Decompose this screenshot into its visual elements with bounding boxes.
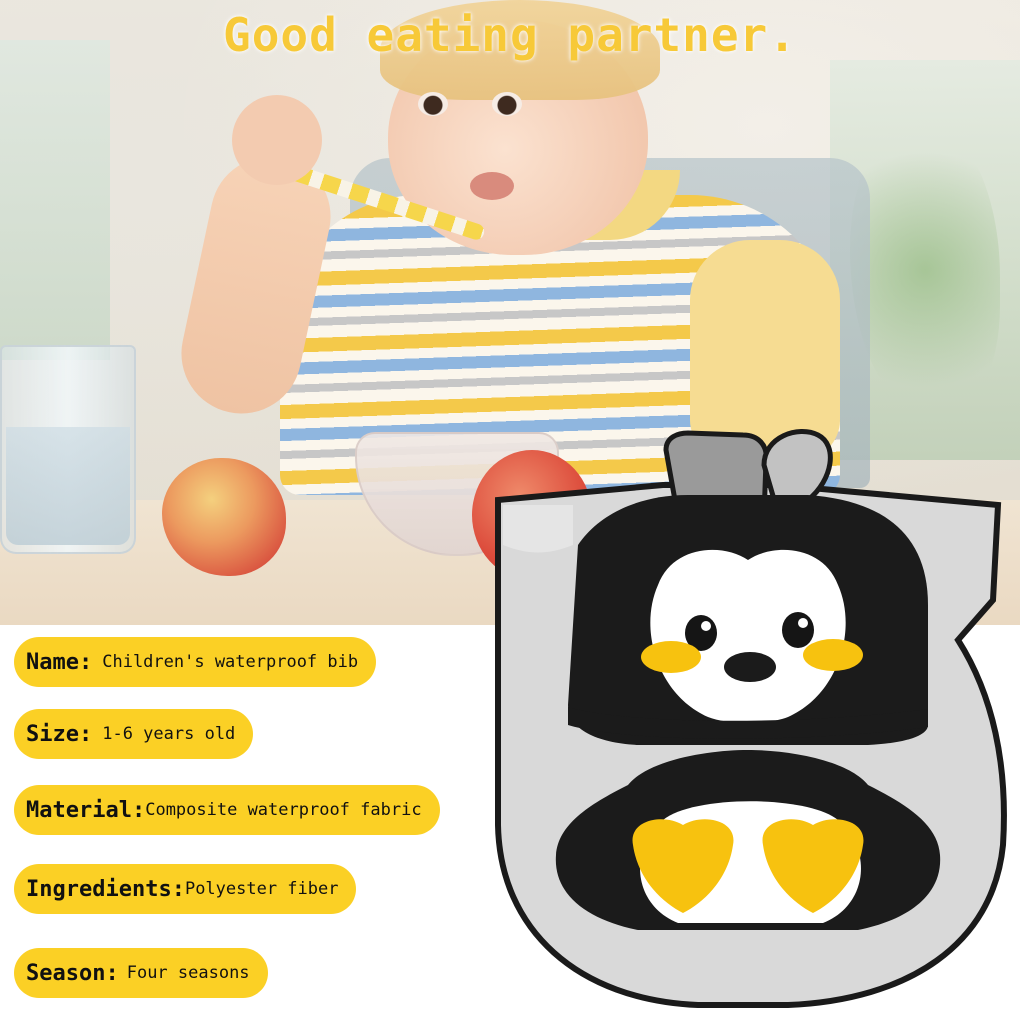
glass-water xyxy=(6,427,130,545)
penguin-cheek xyxy=(803,639,863,671)
spec-value: Composite waterproof fabric xyxy=(145,800,422,820)
penguin-bib xyxy=(495,429,1007,1008)
child-hand xyxy=(232,95,322,185)
child-eye xyxy=(492,92,522,116)
spec-value: Polyester fiber xyxy=(184,879,339,899)
spec-key: Material: xyxy=(26,797,146,823)
penguin-beak xyxy=(724,652,776,682)
spec-value: Four seasons xyxy=(126,963,250,983)
water-glass xyxy=(0,345,136,554)
spec-value: Children's waterproof bib xyxy=(102,652,359,672)
child-mouth xyxy=(470,172,514,200)
spec-key: Size: xyxy=(26,721,93,747)
spec-name: Name: Children's waterproof bib xyxy=(14,637,377,687)
child-eye xyxy=(418,92,448,116)
spec-size: Size: 1-6 years old xyxy=(14,709,254,759)
spec-material: Material: Composite waterproof fabric xyxy=(14,785,440,835)
spec-key: Season: xyxy=(26,960,119,986)
penguin-cheek xyxy=(641,641,701,673)
spec-ingredients: Ingredients: Polyester fiber xyxy=(14,864,357,914)
background-window xyxy=(0,40,110,360)
penguin-face xyxy=(650,549,846,723)
spec-value: 1-6 years old xyxy=(102,724,236,744)
headline: Good eating partner. xyxy=(223,8,797,62)
penguin-eye xyxy=(782,612,814,648)
spec-key: Ingredients: xyxy=(26,876,185,902)
bib-sleeve-shade xyxy=(503,505,573,553)
spec-season: Season: Four seasons xyxy=(14,948,268,998)
spec-key: Name: xyxy=(26,649,93,675)
